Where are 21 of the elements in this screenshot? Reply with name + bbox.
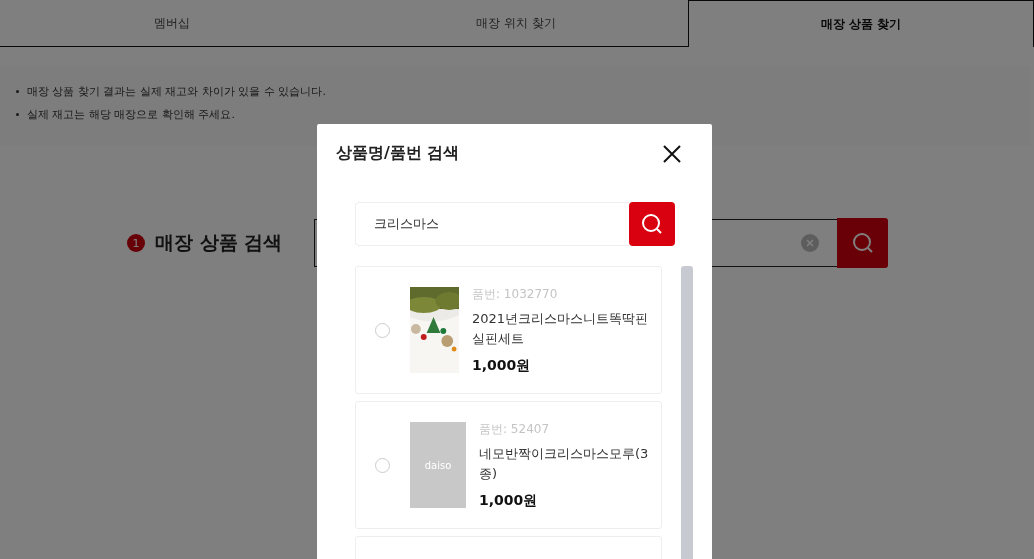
- product-price: 1,000원: [472, 356, 532, 375]
- product-code: 품번: 1032770: [472, 285, 559, 303]
- search-button[interactable]: [629, 202, 675, 246]
- search-button[interactable]: [837, 218, 888, 268]
- scrollbar[interactable]: [681, 266, 693, 559]
- section-title: 매장 상품 검색: [155, 230, 284, 255]
- tab[interactable]: 매장 상품 찾기: [688, 0, 1034, 47]
- step-badge: 1: [127, 234, 145, 252]
- search-input[interactable]: 크리스마스: [355, 202, 629, 246]
- search-icon: [850, 231, 875, 255]
- search-icon: [640, 212, 664, 236]
- dialog-title: 상품명/품번 검색: [336, 143, 460, 164]
- product-name: 네모반짝이크리스마스모루(3종): [479, 444, 650, 483]
- product-name: 2021년크리스마스니트똑딱핀실핀세트: [472, 309, 650, 348]
- notice-text: 실제 재고는 해당 매장으로 확인해 주세요.: [27, 107, 235, 122]
- product-card[interactable]: 품번: 1032770 2021년크리스마스니트똑딱핀실핀세트 1,000원: [355, 266, 662, 394]
- product-code: 품번: 52407: [479, 420, 551, 438]
- product-price: 1,000원: [479, 491, 539, 510]
- notice-text: 매장 상품 찾기 결과는 실제 재고와 차이가 있을 수 있습니다.: [27, 84, 326, 99]
- clear-icon[interactable]: [801, 234, 819, 252]
- close-icon[interactable]: [662, 143, 682, 164]
